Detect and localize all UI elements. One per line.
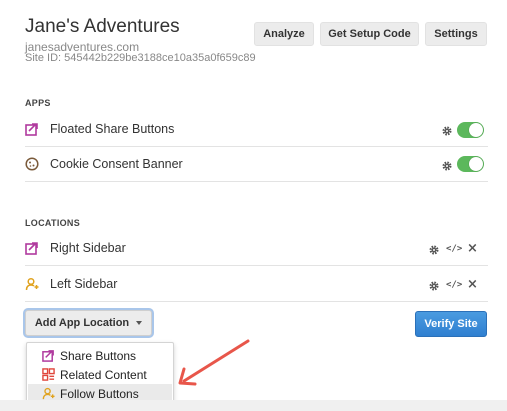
dropdown-item-label: Follow Buttons [60,386,139,401]
gear-icon[interactable] [428,243,440,255]
gear-icon[interactable] [441,124,453,136]
annotation-arrow-icon [178,339,250,386]
dropdown-item-label: Share Buttons [60,348,137,363]
divider [25,146,488,147]
divider [25,265,488,266]
cookie-icon [25,157,39,171]
code-icon[interactable]: </> [446,279,462,291]
dropdown-item-related-content[interactable]: Related Content [28,365,172,384]
add-app-location-button[interactable]: Add App Location [25,310,152,336]
close-icon[interactable]: × [467,278,478,291]
dropdown-item-share-buttons[interactable]: Share Buttons [28,346,172,365]
site-id: Site ID: 545442b229be3188ce10a35a0f659c8… [25,52,256,64]
get-setup-code-button[interactable]: Get Setup Code [320,22,419,46]
app-toggle[interactable] [457,156,484,172]
dropdown-item-label: Related Content [60,367,147,382]
gear-icon[interactable] [428,279,440,291]
divider [25,301,488,302]
verify-site-button[interactable]: Verify Site [415,311,487,337]
chevron-down-icon [136,321,143,325]
settings-button[interactable]: Settings [425,22,487,46]
code-icon[interactable]: </> [446,243,462,255]
page-footer-band [0,400,507,411]
analyze-button[interactable]: Analyze [254,22,314,46]
location-label: Left Sidebar [50,277,118,291]
app-toggle[interactable] [457,122,484,138]
add-app-location-label: Add App Location [34,317,130,329]
follow-icon [42,387,55,400]
gear-icon[interactable] [441,159,453,171]
site-title: Jane's Adventures [25,16,180,37]
locations-section-label: LOCATIONS [25,218,81,228]
share-icon [25,122,39,136]
add-location-dropdown-menu: Share Buttons Related Content Follow But… [26,342,174,407]
app-label: Floated Share Buttons [50,122,175,136]
divider [25,181,488,182]
toggle-knob [469,123,483,137]
apps-section-label: APPS [25,98,51,108]
share-icon [25,241,39,255]
close-icon[interactable]: × [467,242,478,255]
related-content-icon [42,368,55,381]
share-icon [42,350,54,362]
location-label: Right Sidebar [50,241,126,255]
app-label: Cookie Consent Banner [50,157,183,171]
toggle-knob [469,157,483,171]
follow-icon [25,277,39,291]
